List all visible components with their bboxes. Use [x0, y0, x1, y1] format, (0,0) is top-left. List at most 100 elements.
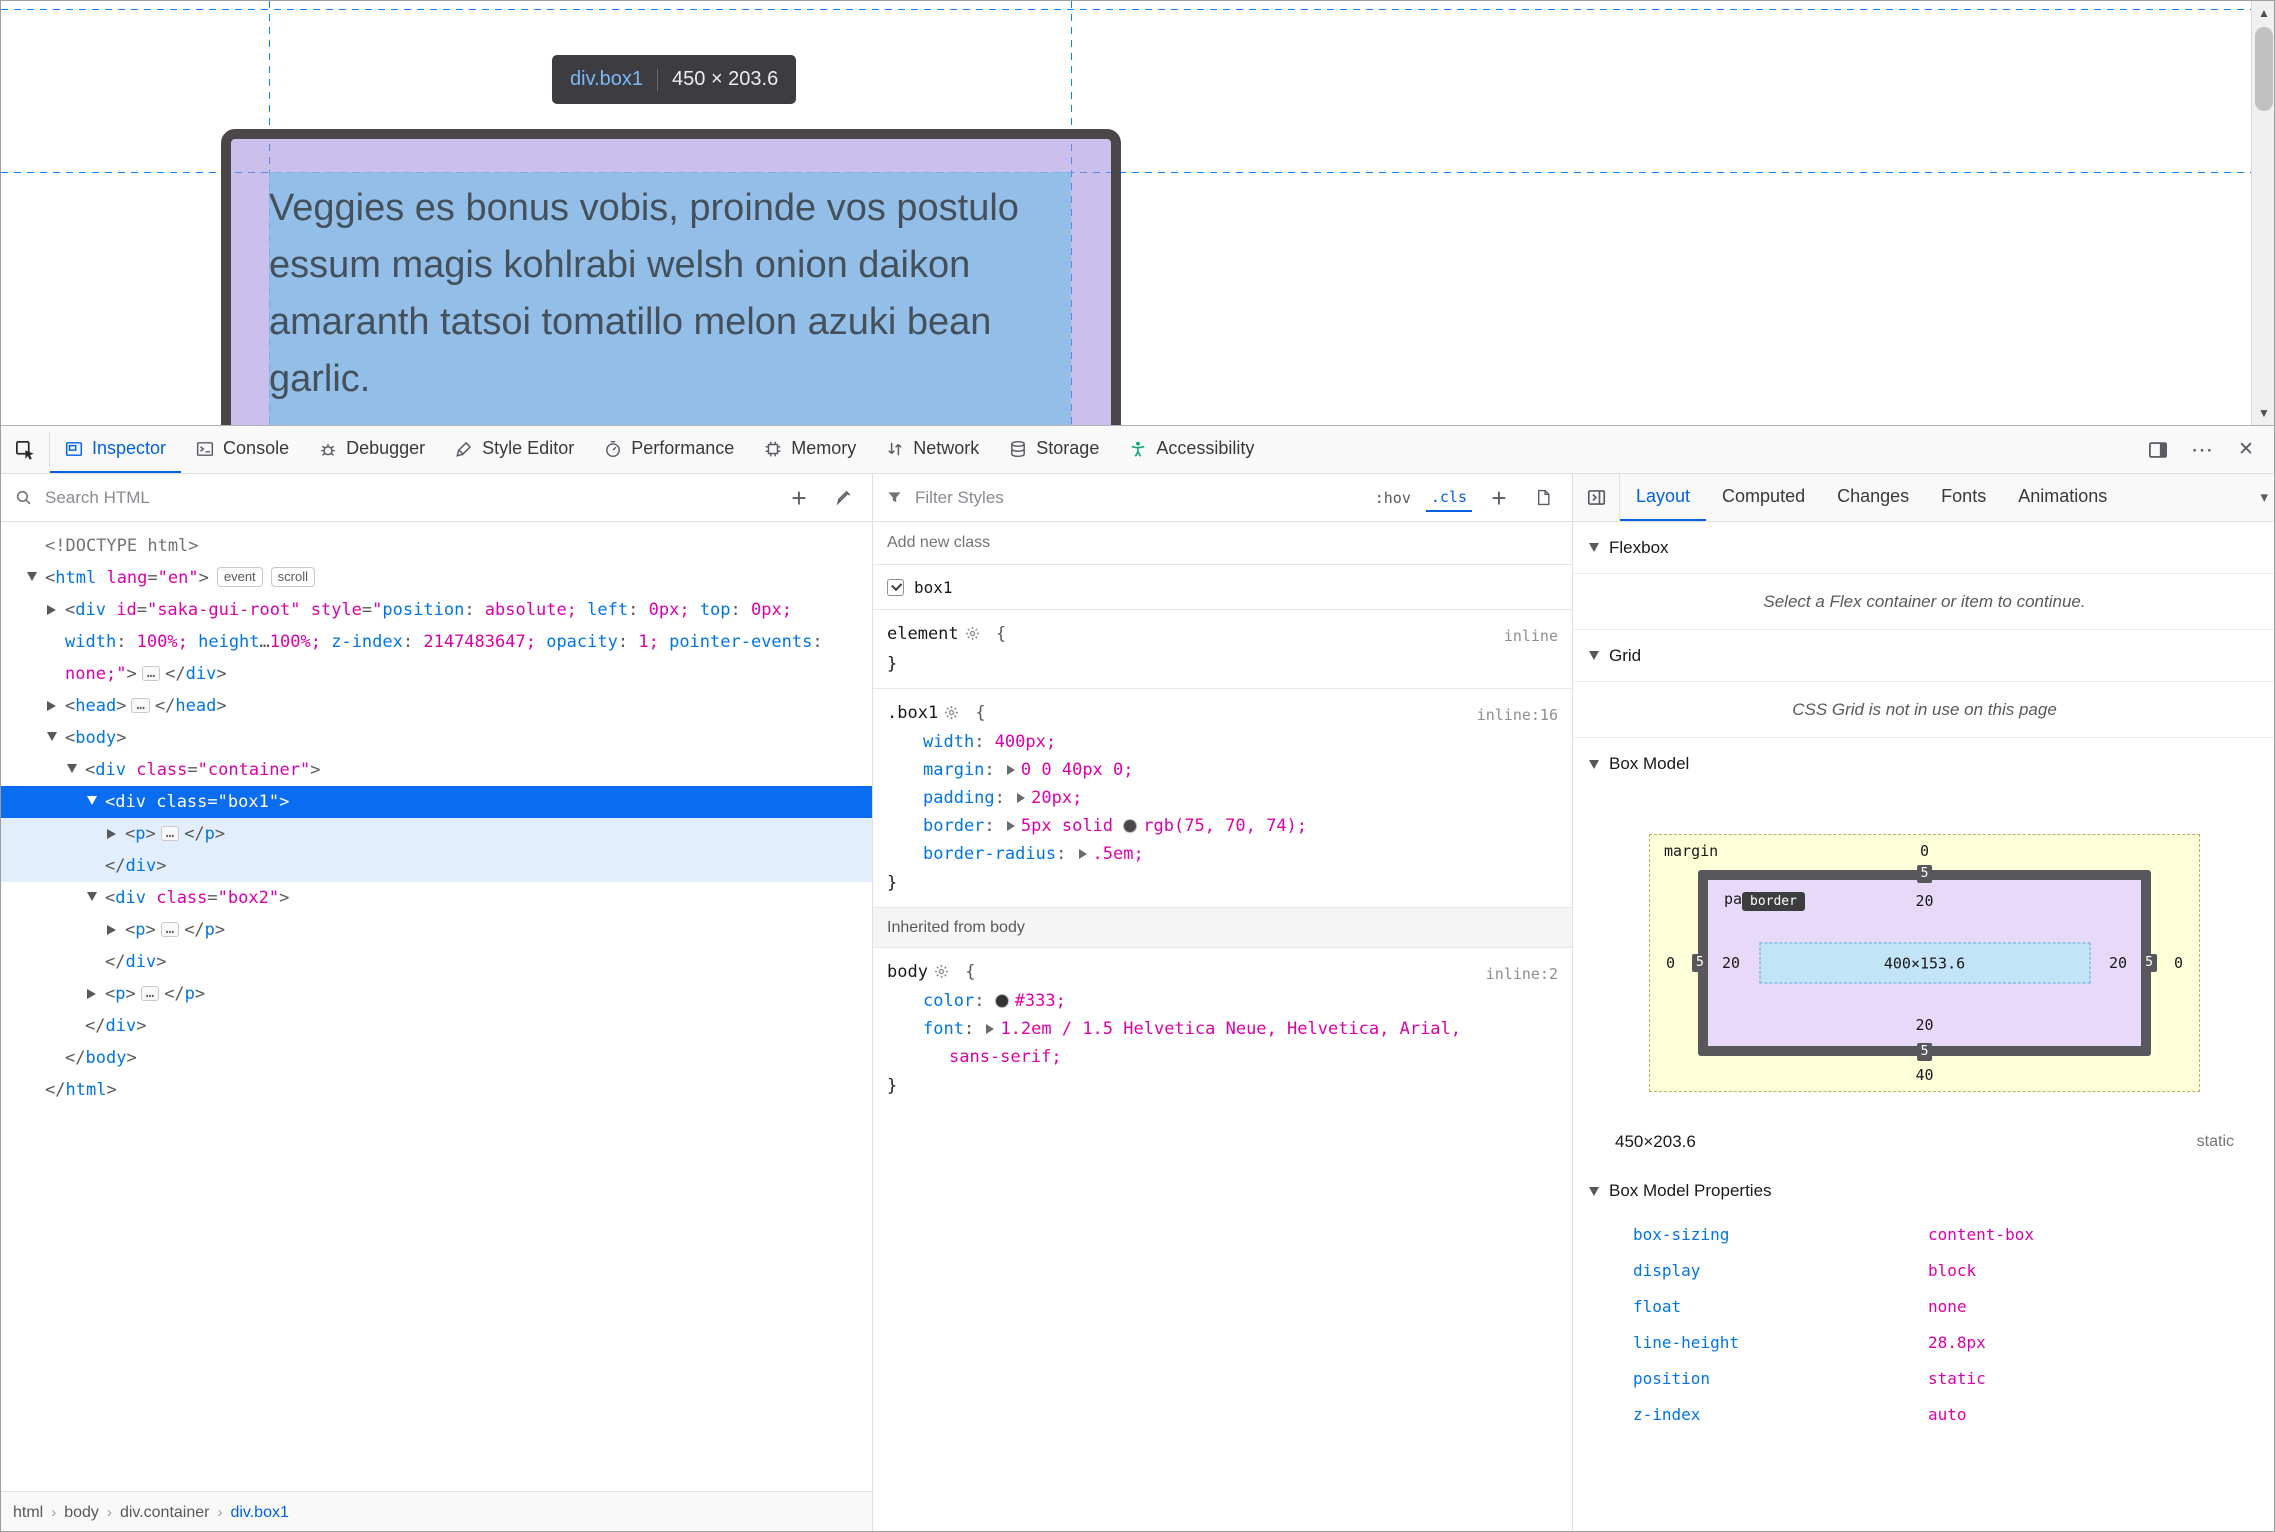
- breadcrumb-item-body[interactable]: body: [64, 1504, 99, 1522]
- margin-right-value[interactable]: 0: [2174, 954, 2183, 972]
- tree-node[interactable]: <div id="saka-gui-root" style="position:…: [1, 594, 872, 690]
- margin-bottom-value[interactable]: 40: [1650, 1066, 2199, 1084]
- pseudo-class-toggle[interactable]: :hov: [1370, 485, 1416, 511]
- tree-node[interactable]: </div>: [1, 850, 872, 882]
- tree-node[interactable]: <p>… </p>: [1, 978, 872, 1010]
- tab-performance[interactable]: Performance: [589, 426, 749, 473]
- tab-memory[interactable]: Memory: [749, 426, 871, 473]
- filter-styles-input[interactable]: [913, 486, 1360, 509]
- box-model-property-row[interactable]: float none: [1573, 1288, 2274, 1324]
- expand-twisty-icon[interactable]: [67, 754, 85, 786]
- color-swatch[interactable]: [1123, 819, 1138, 833]
- expand-twisty-icon[interactable]: [87, 978, 105, 1010]
- class-checkbox[interactable]: [887, 578, 904, 596]
- tab-debugger[interactable]: Debugger: [304, 426, 440, 473]
- css-declaration[interactable]: padding: 20px;: [887, 784, 1558, 812]
- expand-value-icon[interactable]: [1078, 849, 1087, 859]
- tree-node[interactable]: <div class="box1">: [1, 786, 872, 818]
- border-right-value[interactable]: 5: [2141, 954, 2157, 972]
- expand-twisty-icon[interactable]: [87, 786, 105, 818]
- tab-network[interactable]: Network: [871, 426, 994, 473]
- tree-node[interactable]: <!DOCTYPE html>: [1, 530, 872, 562]
- expand-value-icon[interactable]: [1006, 821, 1015, 831]
- tab-console[interactable]: Console: [181, 426, 304, 473]
- expand-value-icon[interactable]: [986, 1024, 995, 1034]
- tab-style-editor[interactable]: Style Editor: [440, 426, 589, 473]
- css-declaration[interactable]: border-radius: .5em;: [887, 840, 1558, 868]
- box-model-property-row[interactable]: position static: [1573, 1360, 2274, 1396]
- box-model-section-header[interactable]: Box Model: [1573, 738, 2274, 790]
- box-model-property-row[interactable]: box-sizing content-box: [1573, 1216, 2274, 1252]
- inline-ellipsis-button[interactable]: …: [160, 826, 180, 841]
- box-model-property-row[interactable]: z-index auto: [1573, 1396, 2274, 1432]
- grid-section-header[interactable]: Grid: [1573, 630, 2274, 682]
- event-badge[interactable]: event: [216, 567, 263, 587]
- expand-twisty-icon[interactable]: [87, 882, 105, 914]
- box-model-property-row[interactable]: line-height 28.8px: [1573, 1324, 2274, 1360]
- border-top-value[interactable]: 5: [1916, 865, 1933, 883]
- expand-twisty-icon[interactable]: [47, 594, 65, 626]
- css-declaration[interactable]: border: 5px solid rgb(75, 70, 74);: [887, 812, 1558, 840]
- scroll-up-icon[interactable]: ▲: [2252, 1, 2274, 25]
- tree-node[interactable]: </div>: [1, 1010, 872, 1042]
- padding-left-value[interactable]: 20: [1722, 954, 1740, 972]
- tab-computed[interactable]: Computed: [1706, 474, 1821, 521]
- box-model-properties-header[interactable]: Box Model Properties: [1573, 1166, 2274, 1216]
- expand-twisty-icon[interactable]: [47, 722, 65, 754]
- inline-ellipsis-button[interactable]: …: [141, 666, 161, 681]
- rule-selector[interactable]: .box1: [887, 703, 938, 723]
- dock-side-icon[interactable]: [2138, 430, 2178, 470]
- inline-ellipsis-button[interactable]: …: [140, 986, 160, 1001]
- tree-node[interactable]: <body>: [1, 722, 872, 754]
- border-bottom-value[interactable]: 5: [1916, 1043, 1933, 1061]
- expand-twisty-icon[interactable]: [47, 690, 65, 722]
- scrollbar-thumb[interactable]: [2255, 27, 2273, 111]
- padding-right-value[interactable]: 20: [2109, 954, 2127, 972]
- tab-layout[interactable]: Layout: [1620, 474, 1707, 521]
- eyedropper-icon[interactable]: [826, 481, 860, 515]
- tab-changes[interactable]: Changes: [1821, 474, 1925, 521]
- expand-twisty-icon[interactable]: [107, 914, 125, 946]
- expand-twisty-icon[interactable]: [27, 562, 45, 594]
- tree-node[interactable]: <p>… </p>: [1, 818, 872, 850]
- tree-node[interactable]: <html lang="en"> event scroll: [1, 562, 872, 594]
- css-declaration[interactable]: margin: 0 0 40px 0;: [887, 756, 1558, 784]
- css-declaration[interactable]: color: #333;: [887, 987, 1558, 1015]
- add-rule-icon[interactable]: +: [1482, 481, 1516, 515]
- add-new-class-field[interactable]: Add new class: [873, 522, 1572, 565]
- breadcrumb-item-div-box1[interactable]: div.box1: [230, 1504, 288, 1522]
- tab-inspector[interactable]: Inspector: [50, 426, 182, 473]
- flexbox-section-header[interactable]: Flexbox: [1573, 522, 2274, 574]
- tree-node[interactable]: </div>: [1, 946, 872, 978]
- css-declaration[interactable]: width: 400px;: [887, 728, 1558, 756]
- rule-selector[interactable]: body: [887, 962, 928, 982]
- class-panel-toggle[interactable]: .cls: [1425, 484, 1472, 512]
- sidebar-toggle-icon[interactable]: [1573, 474, 1620, 521]
- scroll-down-icon[interactable]: ▼: [2252, 401, 2274, 425]
- tree-node[interactable]: </body>: [1, 1042, 872, 1074]
- expand-twisty-icon[interactable]: [107, 818, 125, 850]
- tree-node[interactable]: <div class="box2">: [1, 882, 872, 914]
- rule-selector[interactable]: element: [887, 624, 959, 644]
- page-scrollbar[interactable]: ▲ ▼: [2251, 1, 2274, 425]
- inline-ellipsis-button[interactable]: …: [131, 698, 150, 713]
- margin-top-value[interactable]: 0: [1650, 842, 2199, 860]
- inline-ellipsis-button[interactable]: …: [160, 922, 180, 937]
- tabs-overflow-icon[interactable]: ▾: [2256, 474, 2272, 520]
- tree-node[interactable]: <div class="container">: [1, 754, 872, 786]
- content-region[interactable]: 400×153.6: [1759, 942, 2090, 984]
- box-model-property-row[interactable]: display block: [1573, 1252, 2274, 1288]
- tab-animations[interactable]: Animations: [2002, 474, 2123, 521]
- rule-source-link[interactable]: inline:16: [1477, 700, 1558, 730]
- tab-fonts[interactable]: Fonts: [1925, 474, 2002, 521]
- more-options-icon[interactable]: ⋯: [2182, 430, 2222, 470]
- css-declaration[interactable]: font: 1.2em / 1.5 Helvetica Neue, Helvet…: [887, 1015, 1558, 1071]
- scroll-badge[interactable]: scroll: [270, 567, 316, 587]
- padding-bottom-value[interactable]: 20: [1708, 1016, 2141, 1034]
- add-node-icon[interactable]: +: [782, 481, 816, 515]
- margin-left-value[interactable]: 0: [1666, 954, 1675, 972]
- color-swatch[interactable]: [994, 994, 1009, 1008]
- tree-node[interactable]: <head>… </head>: [1, 690, 872, 722]
- node-picker-button[interactable]: [1, 426, 49, 473]
- rule-source-link[interactable]: inline: [1504, 621, 1558, 651]
